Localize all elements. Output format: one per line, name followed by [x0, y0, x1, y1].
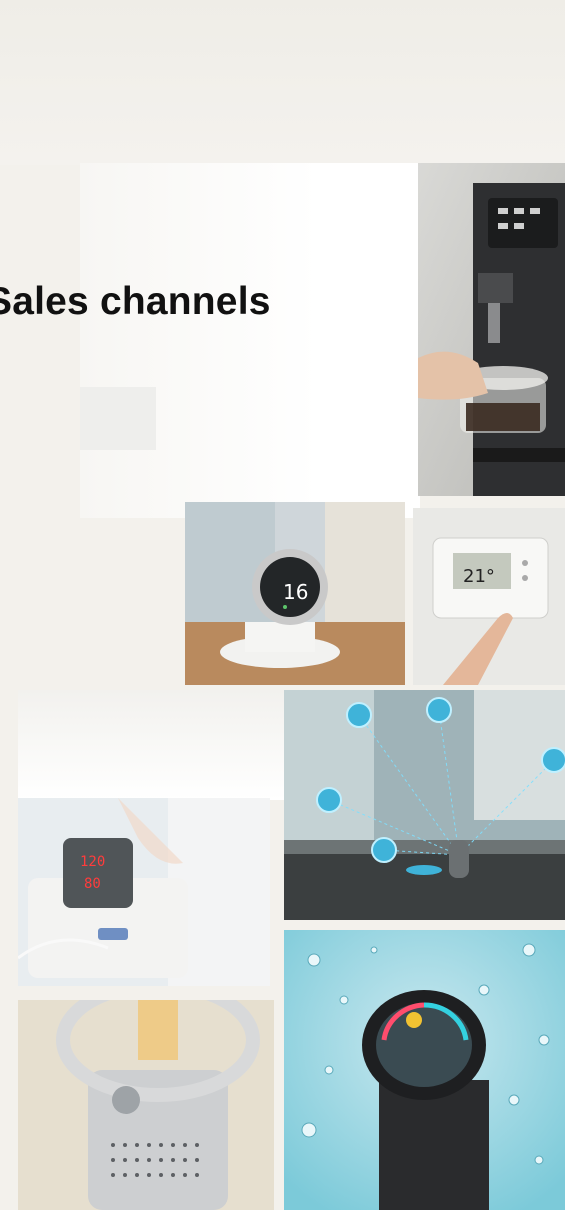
smart-home-network-photo	[284, 690, 565, 920]
air-purifier-fan-photo	[18, 1000, 274, 1210]
coffee-machine-photo	[418, 163, 565, 496]
thermostat-reading: 16	[283, 580, 308, 604]
svg-text:120: 120	[80, 854, 105, 870]
title-panel	[80, 163, 420, 518]
page-title: Sales channels	[0, 280, 271, 323]
decorative-square	[80, 387, 156, 450]
svg-text:80: 80	[84, 876, 101, 892]
background-lower-band	[18, 690, 288, 800]
svg-text:21°: 21°	[463, 566, 495, 587]
background-top-band	[0, 0, 565, 165]
wall-thermostat-photo: 21°	[413, 508, 565, 685]
round-thermostat-photo: 16	[185, 502, 405, 685]
smartwatch-water-splash-photo	[284, 930, 565, 1210]
blood-pressure-monitor-photo: 120 80	[18, 798, 270, 986]
